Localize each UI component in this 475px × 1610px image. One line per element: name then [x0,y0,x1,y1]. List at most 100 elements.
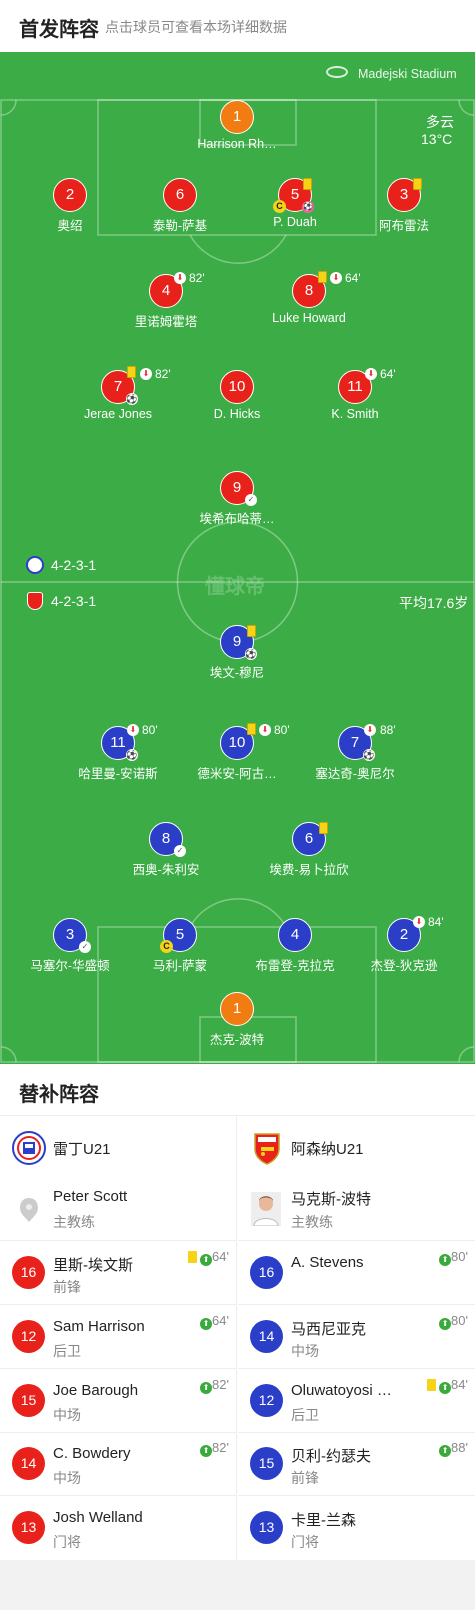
away-player[interactable]: 2 杰登-狄克逊 [344,918,464,974]
coach-row[interactable]: Peter Scott 主教练 [0,1179,236,1241]
lineup-title: 首发阵容 [19,19,99,41]
substitution-in-icon: ⬆ [200,1382,213,1394]
sub-event: ⬆ 80' [439,1249,468,1266]
player-number: 6 [163,178,197,212]
coach-avatar [251,1192,281,1226]
away-player[interactable]: 9 埃文-穆尼 [177,625,297,681]
yellow-card-icon [247,723,256,735]
coach-role: 主教练 [53,1214,95,1230]
substitution-in-icon: ⬆ [200,1318,213,1330]
sub-player-row[interactable]: 15 贝利-约瑟夫 前锋 ⬆ 88' [238,1432,475,1496]
yellow-card-icon [319,822,328,834]
average-age: 平均17.6岁 [399,595,469,611]
player-name: 杰克-波特 [209,1033,265,1047]
yellow-card-icon [127,366,136,378]
weather: 多云 [426,114,454,130]
sub-player-row[interactable]: 12 Oluwatoyosi … 后卫 ⬆ 84' [238,1369,475,1433]
sub-event: ⬆ 88' [439,1440,468,1457]
sub-player-row[interactable]: 12 Sam Harrison 后卫 ⬆ 64' [0,1305,236,1369]
player-number: 16 [12,1256,45,1289]
home-player[interactable]: 2 奥绍 [10,178,130,234]
player-name: C. Bowdery [53,1445,131,1462]
substitution-out-icon: ⬇ [259,724,271,736]
yellow-card-icon [427,1379,437,1391]
away-formation: 4-2-3-1 [51,593,97,609]
lineup-header: 首发阵容 点击球员可查看本场详细数据 [0,0,475,52]
player-position: 中场 [291,1343,319,1359]
player-name: 马利-萨蒙 [152,959,208,973]
player-name: 埃文-穆尼 [209,666,265,680]
sub-event: ⬆ 82' [200,1440,229,1457]
goal-icon: ⚽ [245,648,257,660]
coach-row[interactable]: 马克斯-波特 主教练 [238,1179,475,1241]
player-name: 埃费-易卜拉欣 [269,863,349,877]
player-position: 前锋 [53,1279,81,1295]
sub-player-row[interactable]: 16 里斯-埃文斯 前锋 ⬆ 64' [0,1241,236,1305]
home-team-row[interactable]: 雷丁U21 [0,1116,236,1179]
player-name: P. Duah [273,215,317,229]
away-player-goalkeeper[interactable]: 1 杰克-波特 [177,992,297,1048]
captain-icon: C [273,200,286,213]
substitution-in-icon: ⬆ [200,1254,213,1266]
away-player[interactable]: 3 马塞尔-华盛顿 [10,918,130,974]
stadium-name: Madejski Stadium [358,67,457,81]
sub-player-row[interactable]: 14 C. Bowdery 中场 ⬆ 82' [0,1432,236,1496]
home-player[interactable]: 11 K. Smith [295,370,415,421]
player-name: 马西尼亚克 [291,1321,367,1338]
coach-placeholder-icon [20,1198,38,1222]
assist-icon: ✓ [174,845,186,857]
substitution-in-icon: ⬆ [200,1445,213,1457]
player-number: 1 [220,100,254,134]
sub-time: 88' [451,1440,468,1455]
yellow-card-icon [318,271,327,283]
substitution-out-icon: ⬇ [174,272,186,284]
substitution-time: 82' [189,271,205,285]
home-player[interactable]: 10 D. Hicks [177,370,297,421]
home-player[interactable]: 3 阿布雷法 [344,178,464,234]
away-player[interactable]: 5 马利-萨蒙 [120,918,240,974]
player-number: 14 [250,1320,283,1353]
sub-player-row[interactable]: 14 马西尼亚克 中场 ⬆ 80' [238,1305,475,1369]
player-number: 1 [220,992,254,1026]
player-number: 2 [53,178,87,212]
sub-player-row[interactable]: 16 A. Stevens ⬆ 80' [238,1241,475,1305]
arsenal-crest-icon [254,1133,280,1165]
home-player[interactable]: 9 埃希布哈蒂… [177,471,297,527]
coach-role: 主教练 [291,1214,333,1230]
sub-player-row[interactable]: 15 Joe Barough 中场 ⬆ 82' [0,1369,236,1433]
player-number: 10 [220,370,254,404]
away-player[interactable]: 8 西奥-朱利安 [106,822,226,878]
substitution-out-icon: ⬇ [365,368,377,380]
substitution-out-icon: ⬇ [413,916,425,928]
home-player-goalkeeper[interactable]: 1 Harrison Rh… [177,100,297,151]
own-goal-icon: ⚽ [302,201,314,213]
player-name: Oluwatoyosi … [291,1382,392,1399]
goal-icon: ⚽ [126,393,138,405]
home-player[interactable]: 4 里诺姆霍塔 [106,274,226,330]
player-name: 阿布雷法 [378,219,429,233]
player-name: 西奥-朱利安 [132,863,200,877]
away-player[interactable]: 11 哈里曼-安诺斯 [58,726,178,782]
player-name: 泰勒-萨基 [152,219,208,233]
away-team-row[interactable]: 阿森纳U21 [238,1116,475,1179]
player-position: 后卫 [53,1343,81,1359]
home-player[interactable]: 6 泰勒-萨基 [120,178,240,234]
away-player[interactable]: 4 布雷登-克拉克 [235,918,355,974]
player-name: 马塞尔-华盛顿 [30,959,110,973]
substitution-out-icon: ⬇ [364,724,376,736]
subs-header: 替补阵容 [0,1064,475,1116]
temperature: 13°C [421,131,453,147]
team-name: 雷丁U21 [53,1141,111,1158]
team-name: 阿森纳U21 [291,1141,364,1158]
sub-player-row[interactable]: 13 Josh Welland 门将 [0,1496,236,1560]
home-player[interactable]: 5 P. Duah [235,178,355,229]
substitution-out-icon: ⬇ [330,272,342,284]
sub-event: ⬆ 80' [439,1313,468,1330]
away-player[interactable]: 6 埃费-易卜拉欣 [249,822,369,878]
sub-time: 80' [451,1249,468,1264]
player-name: Harrison Rh… [197,137,277,151]
sub-player-row[interactable]: 13 卡里-兰森 门将 [238,1496,475,1560]
away-player[interactable]: 7 塞达奇-奥尼尔 [295,726,415,782]
sub-time: 64' [212,1249,229,1264]
player-name: 埃希布哈蒂… [199,512,275,526]
